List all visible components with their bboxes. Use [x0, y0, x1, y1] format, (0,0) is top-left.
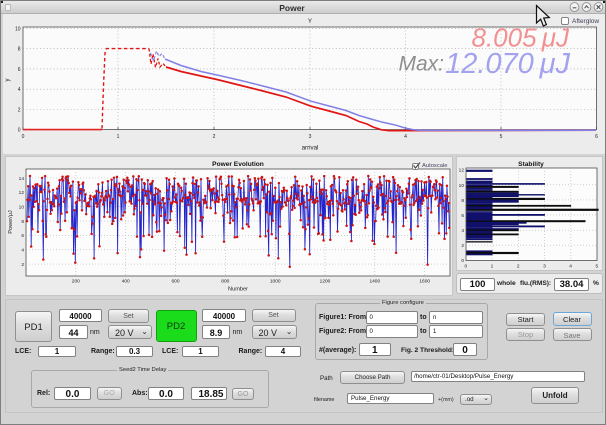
- svg-text:3: 3: [309, 134, 312, 140]
- svg-text:10: 10: [19, 205, 25, 211]
- svg-text:6: 6: [21, 233, 24, 239]
- svg-text:Power Evolution: Power Evolution: [212, 161, 264, 168]
- svg-text:Max:: Max:: [398, 53, 444, 76]
- svg-text:0: 0: [461, 258, 464, 264]
- svg-text:12: 12: [459, 168, 465, 174]
- svg-text:8: 8: [461, 198, 464, 204]
- svg-text:2: 2: [21, 262, 24, 268]
- svg-text:6: 6: [461, 213, 464, 219]
- svg-text:10: 10: [459, 183, 465, 189]
- svg-text:8: 8: [18, 47, 21, 53]
- svg-text:0: 0: [464, 264, 467, 270]
- svg-text:2: 2: [18, 108, 21, 114]
- svg-text:2: 2: [517, 264, 520, 270]
- svg-text:6: 6: [18, 67, 21, 73]
- svg-text:2: 2: [213, 134, 216, 140]
- svg-text:0: 0: [18, 128, 21, 134]
- svg-text:1200: 1200: [320, 279, 331, 285]
- svg-text:1000: 1000: [270, 279, 281, 285]
- svg-text:800: 800: [221, 279, 229, 285]
- svg-text:8: 8: [21, 219, 24, 225]
- svg-text:14: 14: [19, 176, 25, 182]
- svg-text:4: 4: [21, 248, 24, 254]
- svg-text:1: 1: [117, 134, 120, 140]
- svg-text:5: 5: [500, 134, 503, 140]
- svg-text:12.070 μJ: 12.070 μJ: [445, 48, 570, 80]
- svg-text:600: 600: [171, 279, 179, 285]
- svg-text:1600: 1600: [419, 279, 430, 285]
- svg-text:2: 2: [461, 243, 464, 249]
- svg-text:6: 6: [595, 134, 598, 140]
- svg-text:4: 4: [569, 264, 572, 270]
- svg-text:200: 200: [72, 279, 80, 285]
- svg-text:10: 10: [15, 26, 21, 32]
- svg-text:1400: 1400: [369, 279, 380, 285]
- svg-text:arrival: arrival: [302, 145, 319, 152]
- svg-text:Number: Number: [228, 287, 248, 293]
- svg-text:Stability: Stability: [518, 161, 544, 168]
- svg-text:4: 4: [404, 134, 407, 140]
- svg-text:400: 400: [122, 279, 130, 285]
- svg-text:12: 12: [19, 190, 25, 196]
- svg-text:1: 1: [491, 264, 494, 270]
- svg-text:y: y: [5, 79, 11, 82]
- svg-text:4: 4: [18, 87, 21, 93]
- svg-text:4: 4: [461, 228, 464, 234]
- svg-text:Y: Y: [308, 18, 312, 25]
- svg-text:0: 0: [22, 134, 25, 140]
- svg-text:5: 5: [595, 264, 598, 270]
- svg-text:3: 3: [543, 264, 546, 270]
- svg-text:Power/μJ: Power/μJ: [8, 210, 14, 234]
